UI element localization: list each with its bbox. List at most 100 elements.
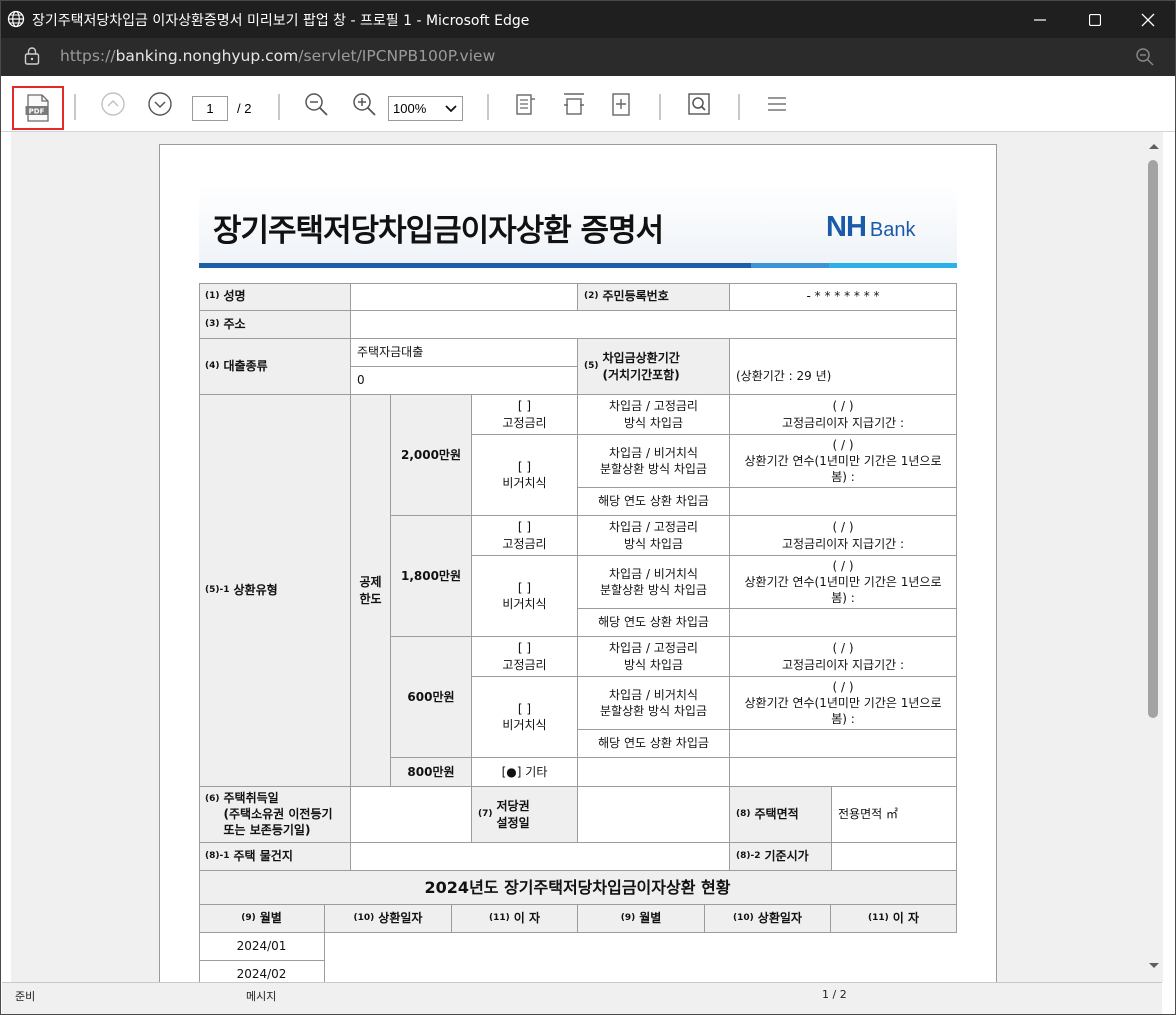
non-deferred-option-cell: [ ] 비거치식 bbox=[472, 435, 578, 516]
base-price-value-cell bbox=[832, 843, 957, 871]
non-deferred-option: [ ] 비거치식 bbox=[502, 701, 547, 732]
name-value-cell bbox=[351, 283, 578, 311]
non-deferred-option-cell: [ ] 비거치식 bbox=[472, 556, 578, 637]
fit-width-icon bbox=[564, 93, 584, 115]
fixed-rate-desc: 차입금 / 고정금리 방식 차입금 bbox=[609, 520, 698, 551]
column-number: (11) bbox=[488, 913, 510, 924]
status-ready: 준비 bbox=[15, 990, 36, 1003]
zoom-out-button[interactable] bbox=[300, 88, 332, 120]
limit-amount: 800만원 bbox=[407, 764, 455, 779]
limit-cell: 800만원 bbox=[391, 758, 472, 787]
repay-period-value-cell: (상환기간 : 29 년) bbox=[730, 339, 957, 395]
rrn-label: 주민등록번호 bbox=[602, 289, 669, 304]
fixed-rate-option-cell: [ ] 고정금리 bbox=[472, 395, 578, 435]
repay-period-value: (상환기간 : 29 년) bbox=[736, 369, 832, 384]
scroll-down-arrow-icon[interactable] bbox=[1146, 960, 1162, 972]
etc-option-cell: [●] 기타 bbox=[472, 758, 578, 787]
year-repayment-desc: 해당 연도 상환 차입금 bbox=[598, 736, 709, 751]
name-label: 성명 bbox=[223, 289, 246, 304]
save-pdf-button[interactable]: PDF bbox=[12, 86, 64, 130]
fixed-rate-value-cell: ( / ) 고정금리이자 지급기간 : bbox=[730, 637, 957, 677]
acquisition-date-label: 주택취득일 (주택소유권 이전등기 또는 보존등기일) bbox=[223, 791, 333, 838]
name-label-cell: (1) 성명 bbox=[199, 283, 351, 311]
non-deferred-value-cell: ( / ) 상환기간 연수(1년미만 기간은 1년으로 봄) : bbox=[730, 677, 957, 730]
close-button[interactable] bbox=[1121, 1, 1175, 38]
etc-option: [●] 기타 bbox=[501, 764, 548, 779]
rrn-value: - * * * * * * * bbox=[806, 289, 880, 304]
fit-page-button[interactable] bbox=[605, 88, 637, 120]
window-title: 장기주택저당차입금 이자상환증명서 미리보기 팝업 창 - 프로필 1 - Mi… bbox=[32, 13, 530, 29]
zoom-out-icon[interactable] bbox=[1135, 47, 1155, 67]
header-rule bbox=[751, 263, 829, 268]
field-number: (3) bbox=[205, 319, 220, 330]
address-label-cell: (3) 주소 bbox=[199, 311, 351, 339]
prev-page-button[interactable] bbox=[97, 88, 129, 120]
logo-nh: NH bbox=[826, 211, 867, 243]
section-title-cell: 2024년도 장기주택저당차입금이자상환 현황 bbox=[199, 871, 957, 905]
non-deferred-value: ( / ) 상환기간 연수(1년미만 기간은 1년으로 봄) : bbox=[744, 558, 942, 606]
field-number: (8)-1 bbox=[205, 851, 230, 862]
fixed-rate-option-cell: [ ] 고정금리 bbox=[472, 516, 578, 556]
maximize-icon bbox=[1089, 13, 1101, 26]
minimize-icon bbox=[1034, 18, 1046, 21]
next-page-button[interactable] bbox=[144, 88, 176, 120]
chevron-down-icon bbox=[445, 105, 457, 113]
fit-width-button[interactable] bbox=[558, 88, 590, 120]
year-repayment-desc: 해당 연도 상환 차입금 bbox=[598, 615, 709, 630]
status-page: 1 / 2 bbox=[822, 988, 847, 1001]
browser-window: 장기주택저당차입금 이자상환증명서 미리보기 팝업 창 - 프로필 1 - Mi… bbox=[0, 0, 1176, 1015]
fixed-rate-desc: 차입금 / 고정금리 방식 차입금 bbox=[609, 641, 698, 672]
document-header: 장기주택저당차입금이자상환 증명서 NH Bank bbox=[199, 185, 957, 267]
zoom-in-icon bbox=[353, 93, 376, 116]
column-label: 이 자 bbox=[892, 911, 920, 926]
location-value-cell bbox=[351, 843, 730, 871]
document-viewport[interactable]: 장기주택저당차입금이자상환 증명서 NH Bank (1) 성명 (2) 주민등록번호… bbox=[11, 132, 1145, 982]
status-message: 메시지 bbox=[246, 990, 277, 1003]
maximize-button[interactable] bbox=[1068, 1, 1122, 38]
repay-type-label-cell: (5)-1 상환유형 bbox=[199, 395, 351, 787]
single-page-button[interactable] bbox=[509, 88, 541, 120]
zoom-select[interactable]: 100% bbox=[388, 96, 463, 121]
close-icon bbox=[1141, 13, 1155, 26]
search-icon bbox=[688, 93, 710, 115]
house-area-label-cell: (8) 주택면적 bbox=[730, 787, 832, 843]
url-text[interactable]: https://banking.nonghyup.com/servlet/IPC… bbox=[60, 47, 495, 65]
house-area-label: 주택면적 bbox=[754, 807, 799, 822]
toolbar-separator bbox=[659, 94, 661, 120]
zoom-out-icon bbox=[305, 93, 328, 116]
hamburger-menu-icon bbox=[768, 97, 786, 111]
lock-icon[interactable] bbox=[23, 46, 41, 66]
non-deferred-desc-cell: 차입금 / 비거치식 분할상환 방식 차입금 bbox=[578, 677, 730, 730]
year-repayment-desc-cell: 해당 연도 상환 차입금 bbox=[578, 730, 730, 758]
scrollbar-thumb[interactable] bbox=[1148, 160, 1158, 718]
non-deferred-option: [ ] 비거치식 bbox=[502, 580, 547, 611]
mortgage-date-value-cell bbox=[578, 787, 730, 843]
page-number-input[interactable]: 1 bbox=[192, 96, 228, 121]
menu-button[interactable] bbox=[761, 88, 793, 120]
year-repayment-desc: 해당 연도 상환 차입금 bbox=[598, 494, 709, 509]
limit-cell: 1,800만원 bbox=[391, 516, 472, 637]
find-button[interactable] bbox=[683, 88, 715, 120]
toolbar-separator bbox=[278, 94, 280, 120]
column-header: (9) 월별 bbox=[578, 905, 705, 933]
deduction-limit-cell: 공제 한도 bbox=[351, 395, 391, 787]
header-rule bbox=[199, 263, 751, 268]
scroll-up-arrow-icon[interactable] bbox=[1146, 140, 1162, 152]
fixed-rate-option-cell: [ ] 고정금리 bbox=[472, 637, 578, 677]
field-number: (1) bbox=[205, 291, 220, 302]
vertical-scrollbar[interactable] bbox=[1145, 132, 1163, 982]
minimize-button[interactable] bbox=[1013, 1, 1067, 38]
pdf-file-icon: PDF bbox=[25, 94, 49, 122]
fixed-rate-desc-cell: 차입금 / 고정금리 방식 차입금 bbox=[578, 516, 730, 556]
fixed-rate-value-cell: ( / ) 고정금리이자 지급기간 : bbox=[730, 395, 957, 435]
nh-bank-logo: NH Bank bbox=[826, 211, 915, 244]
fixed-rate-value: ( / ) 고정금리이자 지급기간 : bbox=[781, 520, 905, 551]
non-deferred-desc: 차입금 / 비거치식 분할상환 방식 차입금 bbox=[600, 687, 707, 718]
house-area-value-cell: 전용면적 ㎡ bbox=[832, 787, 957, 843]
chevron-down-icon bbox=[148, 92, 172, 116]
fixed-rate-value: ( / ) 고정금리이자 지급기간 : bbox=[781, 399, 905, 430]
document-page: 장기주택저당차입금이자상환 증명서 NH Bank (1) 성명 (2) 주민등록번호… bbox=[159, 144, 997, 982]
zoom-in-button[interactable] bbox=[348, 88, 380, 120]
toolbar-separator bbox=[487, 94, 489, 120]
repay-period-label-cell: (5) 차입금상환기간 (거치기간포함) bbox=[578, 339, 730, 395]
